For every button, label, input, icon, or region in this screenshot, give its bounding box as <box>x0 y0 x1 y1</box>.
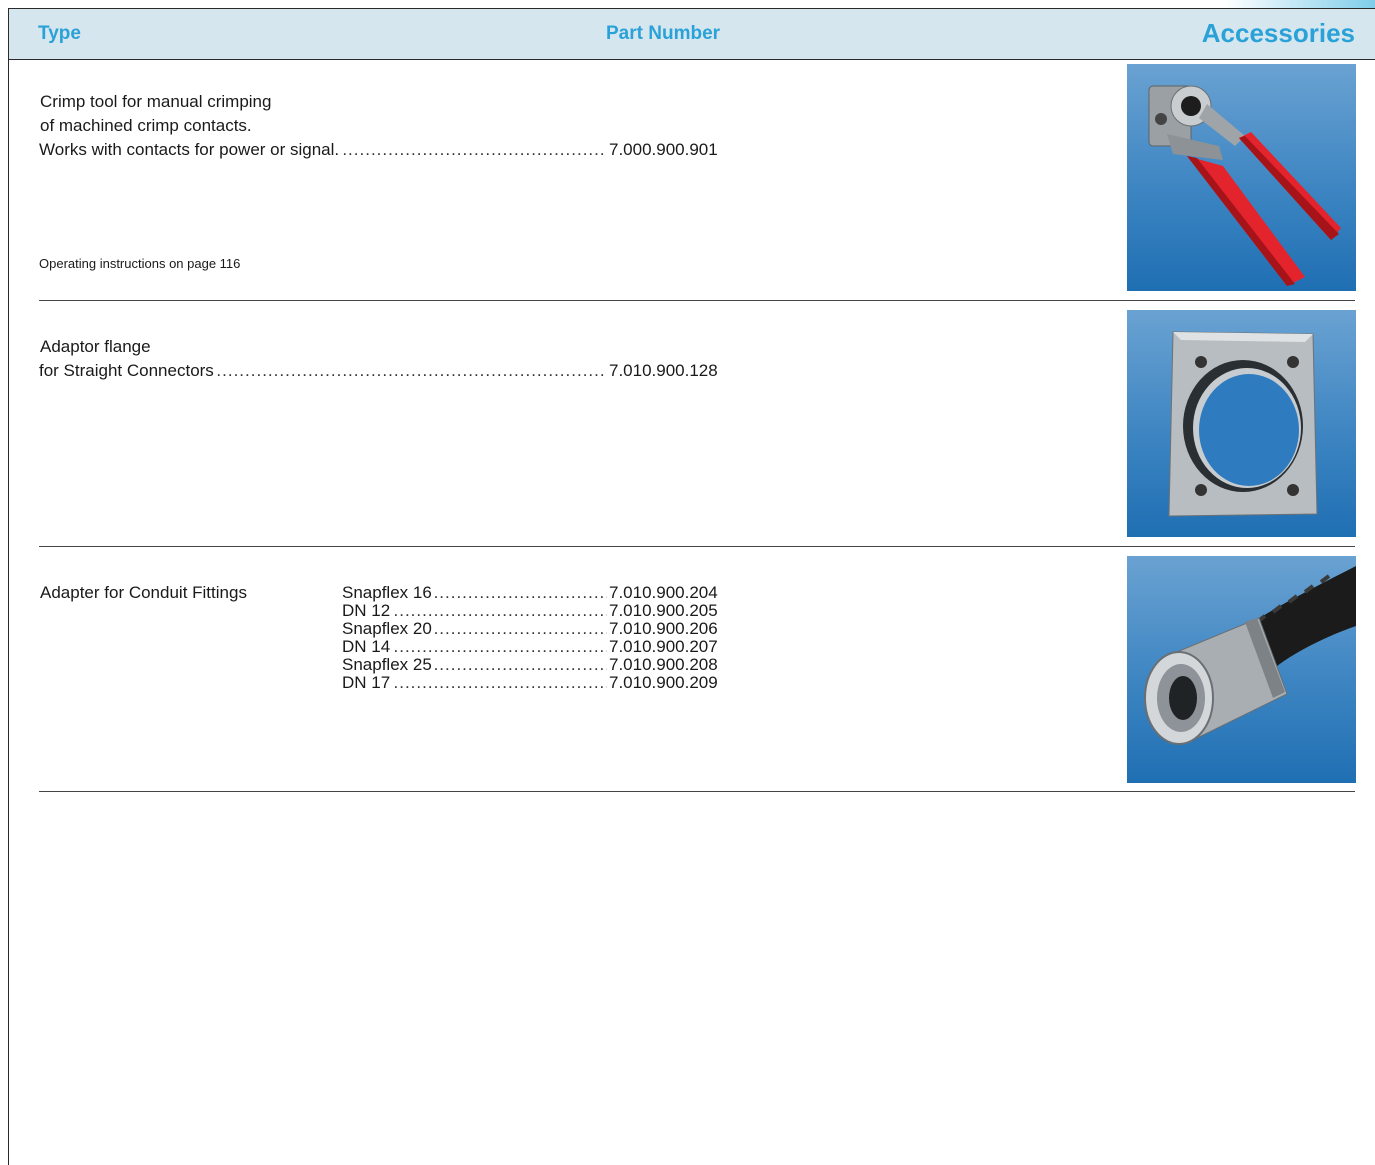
item-description-line: of machined crimp contacts. <box>40 116 252 135</box>
variant-row: Snapflex 16 ............................… <box>342 583 718 602</box>
operating-instructions-note: Operating instructions on page 116 <box>39 256 241 271</box>
type-column-header: Type <box>38 23 81 44</box>
adaptor-flange-photo <box>1127 310 1356 537</box>
variant-label: Snapflex 20 <box>342 619 434 638</box>
item-title: Adapter for Conduit Fittings <box>40 583 247 602</box>
corner-accent <box>1225 0 1375 8</box>
part-number-column-header: Part Number <box>606 23 721 44</box>
part-number: 7.000.900.901 <box>607 138 718 162</box>
part-number-line: Works with contacts for power or signal.… <box>39 138 756 162</box>
part-number-line: for Straight Connectors ................… <box>39 359 756 383</box>
part-number: 7.010.900.205 <box>607 601 718 620</box>
variant-row: Snapflex 25 ............................… <box>342 655 718 674</box>
section-title: Accessories <box>1201 18 1355 48</box>
part-number: 7.010.900.208 <box>607 655 718 674</box>
part-number: 7.010.900.206 <box>607 619 718 638</box>
part-number: 7.010.900.207 <box>607 637 718 656</box>
variant-row: DN 14 ..................................… <box>342 637 718 656</box>
part-number: 7.010.900.209 <box>607 673 718 692</box>
variant-row: Snapflex 20 ............................… <box>342 619 718 638</box>
product-row-adaptor-flange: Adaptor flange for Straight Connectors .… <box>39 301 1356 547</box>
leader-label: for Straight Connectors <box>39 359 216 383</box>
variant-row: DN 12 ..................................… <box>342 601 718 620</box>
crimp-tool-photo <box>1127 64 1356 291</box>
leader-label: Works with contacts for power or signal. <box>39 138 342 162</box>
item-description-line: Adaptor flange <box>40 337 151 356</box>
part-number: 7.010.900.204 <box>607 583 718 602</box>
part-number: 7.010.900.128 <box>607 359 718 383</box>
variant-label: DN 17 <box>342 673 393 692</box>
item-description-line: Crimp tool for manual crimping <box>40 92 272 111</box>
variant-label: DN 12 <box>342 601 393 620</box>
variant-label: Snapflex 16 <box>342 583 434 602</box>
product-row-conduit-adapter: Adapter for Conduit Fittings Snapflex 16… <box>39 547 1356 792</box>
product-row-crimp-tool: Crimp tool for manual crimping of machin… <box>39 59 1356 301</box>
table-header: Type Part Number Accessories <box>9 9 1375 60</box>
variant-label: DN 14 <box>342 637 393 656</box>
variant-list: Snapflex 16 ............................… <box>342 584 758 692</box>
conduit-adapter-photo <box>1127 556 1356 783</box>
variant-label: Snapflex 25 <box>342 655 434 674</box>
variant-row: DN 17 ..................................… <box>342 673 718 692</box>
